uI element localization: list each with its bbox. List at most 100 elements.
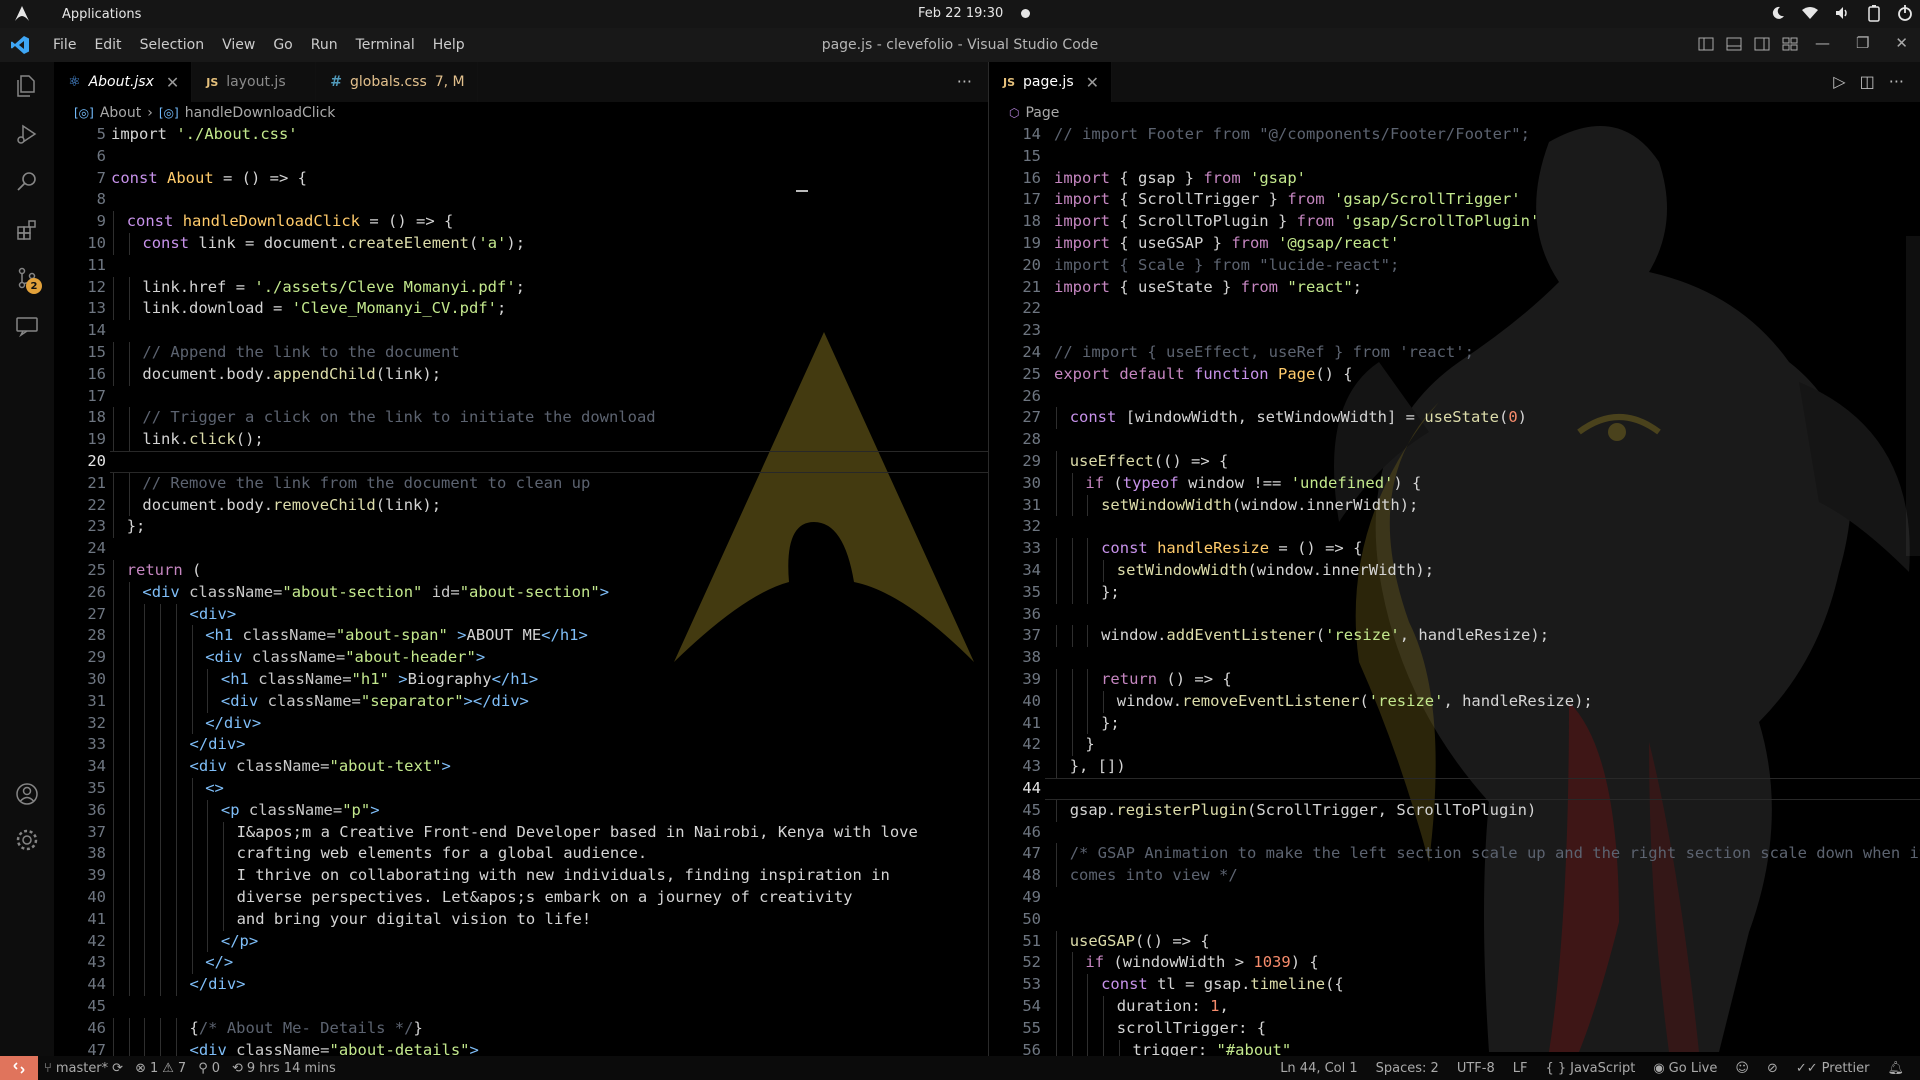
line-number[interactable]: 54	[989, 996, 1041, 1018]
line-number[interactable]: 45	[54, 996, 106, 1018]
search-icon[interactable]	[0, 158, 54, 206]
line-number[interactable]: 43	[54, 952, 106, 974]
line-number[interactable]: 26	[54, 582, 106, 604]
line-number[interactable]: 44	[989, 778, 1041, 800]
line-number[interactable]: 22	[54, 495, 106, 517]
line-number[interactable]: 50	[989, 909, 1041, 931]
line-number[interactable]: 52	[989, 952, 1041, 974]
menu-item-edit[interactable]: Edit	[85, 37, 130, 53]
tab-about-jsx[interactable]: ⚛ About.jsx ✕	[54, 62, 193, 102]
language-mode[interactable]: { } JavaScript	[1539, 1061, 1641, 1076]
run-icon[interactable]: ▷	[1833, 72, 1845, 91]
close-window-icon[interactable]: ✕	[1895, 34, 1908, 52]
line-number[interactable]: 14	[54, 320, 106, 342]
prettier-button[interactable]: ✓✓ Prettier	[1790, 1061, 1876, 1076]
line-number[interactable]: 55	[989, 1018, 1041, 1040]
line-number[interactable]: 51	[989, 931, 1041, 953]
line-number[interactable]: 46	[54, 1018, 106, 1040]
line-number[interactable]: 23	[54, 516, 106, 538]
line-number[interactable]: 19	[54, 429, 106, 451]
line-number[interactable]: 39	[54, 865, 106, 887]
line-number[interactable]: 28	[54, 625, 106, 647]
line-number[interactable]: 45	[989, 800, 1041, 822]
explorer-icon[interactable]	[0, 62, 54, 110]
extensions-icon[interactable]	[0, 206, 54, 254]
line-number[interactable]: 48	[989, 865, 1041, 887]
encoding[interactable]: UTF-8	[1451, 1061, 1501, 1076]
line-number[interactable]: 24	[54, 538, 106, 560]
power-icon[interactable]	[1896, 4, 1914, 26]
menu-item-file[interactable]: File	[44, 37, 85, 53]
menu-item-help[interactable]: Help	[424, 37, 474, 53]
git-branch[interactable]: ⑂ master* ⟳	[38, 1061, 129, 1076]
line-number[interactable]: 39	[989, 669, 1041, 691]
menu-item-view[interactable]: View	[213, 37, 264, 53]
menu-item-selection[interactable]: Selection	[131, 37, 214, 53]
line-number[interactable]: 36	[54, 800, 106, 822]
line-number[interactable]: 27	[54, 604, 106, 626]
line-number[interactable]: 42	[54, 931, 106, 953]
line-number[interactable]: 18	[989, 211, 1041, 233]
line-number[interactable]: 47	[54, 1040, 106, 1056]
run-debug-icon[interactable]	[0, 110, 54, 158]
copilot-icon[interactable]: ☺	[1729, 1061, 1755, 1076]
more-actions-icon[interactable]: ···	[1889, 72, 1904, 91]
line-number[interactable]: 21	[54, 473, 106, 495]
code-editor-left[interactable]: 5 import './About.css' 6 7 const About = () …	[54, 124, 988, 1056]
night-light-icon[interactable]	[1770, 5, 1786, 25]
menu-item-run[interactable]: Run	[302, 37, 347, 53]
maximize-icon[interactable]: ❐	[1856, 34, 1869, 52]
line-number[interactable]: 14	[989, 124, 1041, 146]
code-editor-right[interactable]: 14 // import Footer from "@/components/Fo…	[989, 124, 1920, 1056]
line-number[interactable]: 35	[54, 778, 106, 800]
line-number[interactable]: 27	[989, 407, 1041, 429]
minimize-icon[interactable]: —	[1815, 34, 1830, 52]
breadcrumb-item[interactable]: About	[100, 105, 141, 121]
clock[interactable]: Feb 22 19:30	[918, 6, 1003, 21]
line-number[interactable]: 26	[989, 386, 1041, 408]
line-number[interactable]: 17	[54, 386, 106, 408]
line-number[interactable]: 34	[54, 756, 106, 778]
menu-item-go[interactable]: Go	[264, 37, 301, 53]
line-number[interactable]: 19	[989, 233, 1041, 255]
line-number[interactable]: 56	[989, 1040, 1041, 1056]
wifi-icon[interactable]	[1801, 5, 1819, 25]
line-number[interactable]: 33	[989, 538, 1041, 560]
line-number[interactable]: 22	[989, 298, 1041, 320]
tab-layout-js[interactable]: JS layout.js	[192, 62, 317, 102]
notifications-bell-icon[interactable]: 🔔︎	[1881, 1061, 1910, 1076]
line-number[interactable]: 37	[54, 822, 106, 844]
line-number[interactable]: 6	[54, 146, 106, 168]
line-number[interactable]: 43	[989, 756, 1041, 778]
line-number[interactable]: 32	[989, 516, 1041, 538]
line-number[interactable]: 49	[989, 887, 1041, 909]
breadcrumb-item[interactable]: Page	[1025, 105, 1059, 121]
problems-indicator[interactable]: ⊗ 1 ⚠ 7	[129, 1061, 192, 1076]
line-number[interactable]: 28	[989, 429, 1041, 451]
volume-icon[interactable]	[1834, 5, 1852, 25]
breadcrumb-item[interactable]: handleDownloadClick	[185, 105, 336, 121]
line-number[interactable]: 44	[54, 974, 106, 996]
go-live-button[interactable]: ◉ Go Live	[1647, 1061, 1723, 1076]
line-number[interactable]: 40	[989, 691, 1041, 713]
line-number[interactable]: 33	[54, 734, 106, 756]
line-number[interactable]: 32	[54, 713, 106, 735]
line-number[interactable]: 34	[989, 560, 1041, 582]
line-number[interactable]: 38	[54, 843, 106, 865]
remote-explorer-icon[interactable]	[0, 302, 54, 350]
line-number[interactable]: 12	[54, 277, 106, 299]
menu-item-terminal[interactable]: Terminal	[347, 37, 424, 53]
line-number[interactable]: 41	[989, 713, 1041, 735]
line-number[interactable]: 46	[989, 822, 1041, 844]
cursor-position[interactable]: Ln 44, Col 1	[1274, 1061, 1363, 1076]
line-number[interactable]: 38	[989, 647, 1041, 669]
line-number[interactable]: 9	[54, 211, 106, 233]
scrollbar[interactable]	[1906, 236, 1920, 556]
line-number[interactable]: 8	[54, 189, 106, 211]
indentation[interactable]: Spaces: 2	[1370, 1061, 1445, 1076]
line-number[interactable]: 18	[54, 407, 106, 429]
line-number[interactable]: 29	[989, 451, 1041, 473]
line-number[interactable]: 16	[989, 168, 1041, 190]
line-number[interactable]: 24	[989, 342, 1041, 364]
line-number[interactable]: 37	[989, 625, 1041, 647]
